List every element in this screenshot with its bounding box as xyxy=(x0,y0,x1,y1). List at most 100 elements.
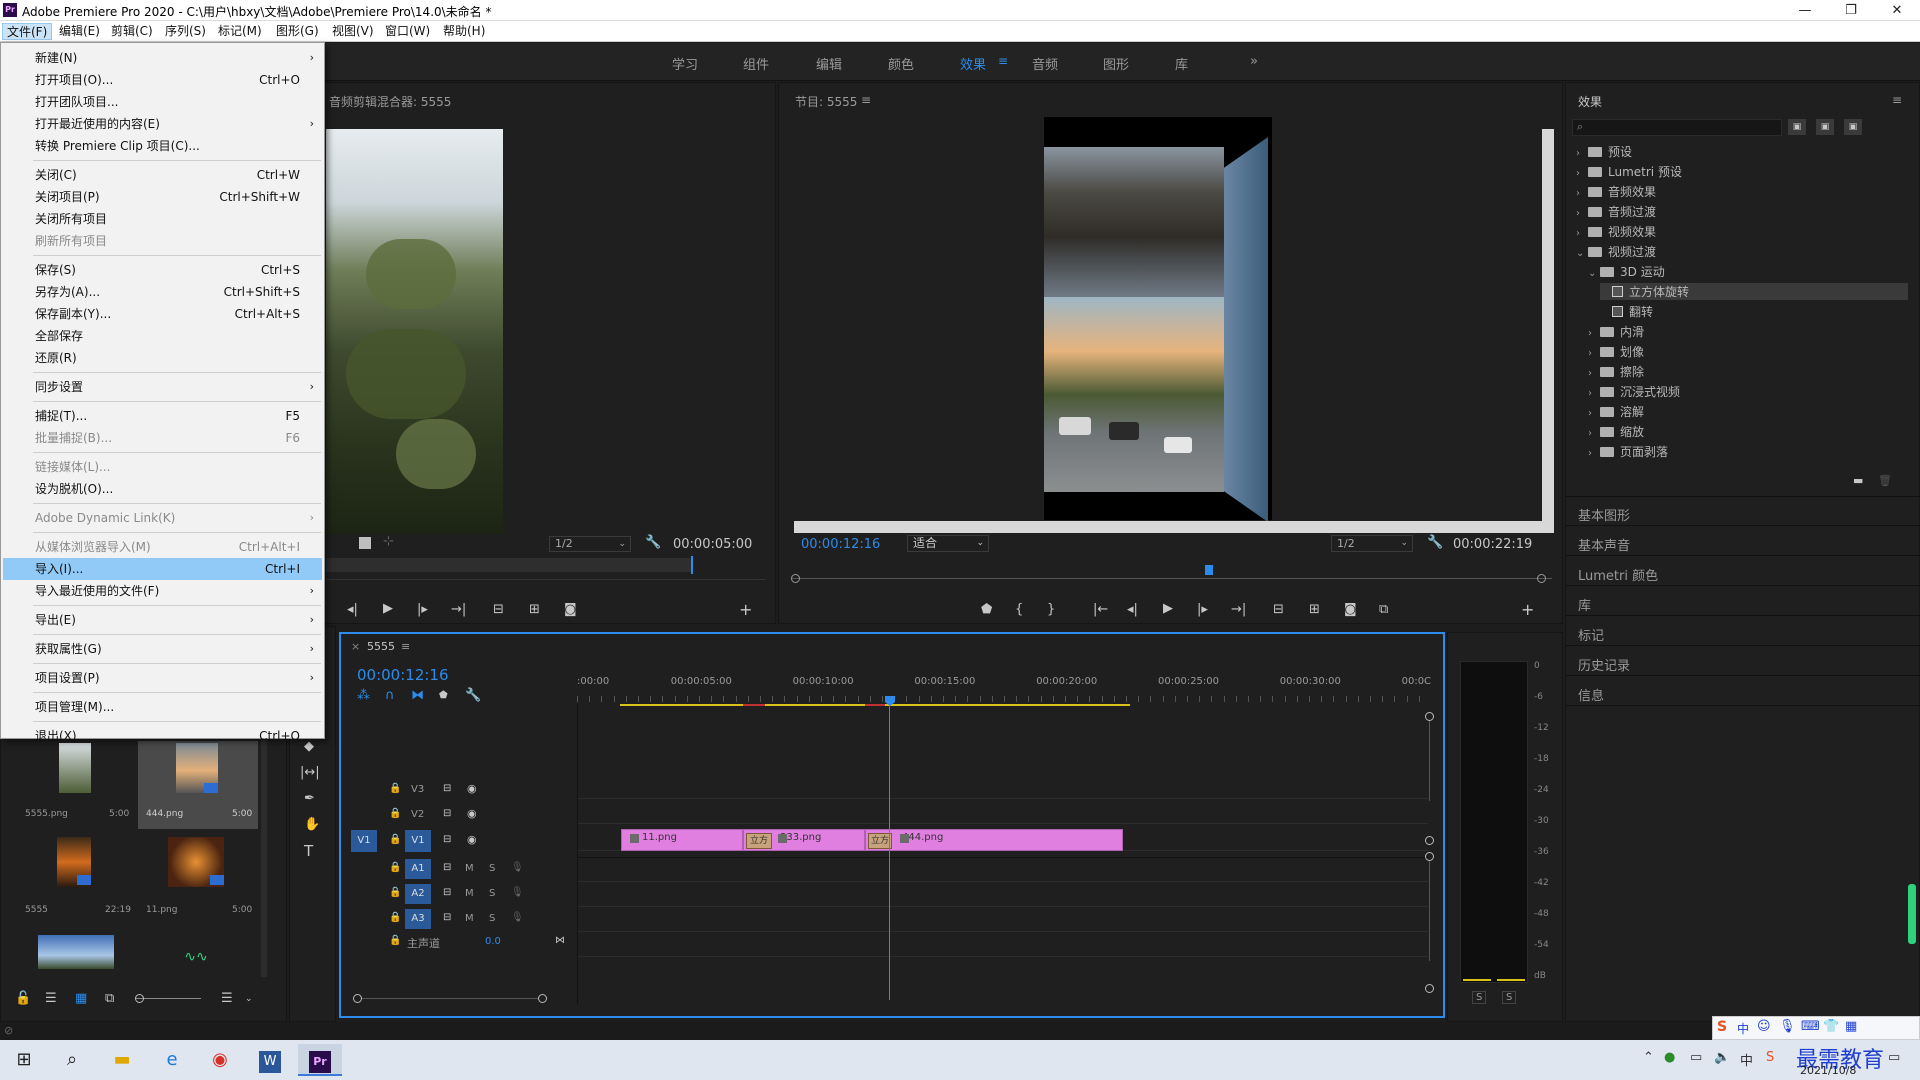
emoji-icon[interactable]: ☺ xyxy=(1757,1019,1771,1034)
time-ruler[interactable]: :00:00 00:00:05:00 00:00:10:00 00:00:15:00 0… xyxy=(577,676,1431,704)
source-panel-title[interactable]: 音频剪辑混合器: 5555 xyxy=(329,93,451,110)
hand-tool-icon[interactable]: ✋ xyxy=(304,817,320,833)
workspace-color[interactable]: 颜色 xyxy=(888,54,914,73)
menu-file[interactable]: 文件(F) xyxy=(2,23,53,40)
effect-folder[interactable]: › 视频效果 xyxy=(1576,223,1656,240)
eye-icon[interactable]: ◉ xyxy=(467,832,477,848)
insert-icon[interactable]: ⊟ xyxy=(493,602,504,618)
minimize-button[interactable]: — xyxy=(1782,0,1828,21)
master-volume-value[interactable]: 0.0 xyxy=(485,936,501,947)
workspace-menu-icon[interactable]: ≡ xyxy=(998,54,1008,68)
workspace-effects[interactable]: 效果 xyxy=(960,54,986,73)
list-view-icon[interactable]: ☰ xyxy=(45,991,57,1007)
file-menu-item[interactable]: 项目管理(M)... xyxy=(3,696,322,718)
file-menu-item[interactable]: 同步设置 › xyxy=(3,376,322,398)
lock-icon[interactable]: 🔒 xyxy=(389,933,401,949)
menu-marker[interactable]: 标记(M) xyxy=(214,23,266,40)
lock-icon[interactable]: 🔒 xyxy=(389,860,401,876)
effect-folder[interactable]: › Lumetri 预设 xyxy=(1576,163,1682,180)
solo-button[interactable]: S xyxy=(489,888,495,899)
effect-folder[interactable]: › 擦除 xyxy=(1588,363,1644,380)
skin-icon[interactable]: 👕 xyxy=(1823,1019,1839,1034)
menu-help[interactable]: 帮助(H) xyxy=(439,23,489,40)
menu-view[interactable]: 视图(V) xyxy=(328,23,378,40)
timeline-clip[interactable]: 444.png xyxy=(865,829,1123,851)
type-tool-icon[interactable]: T xyxy=(304,843,313,859)
effect-folder[interactable]: ⌄ 3D 运动 xyxy=(1588,263,1665,280)
solo-right-button[interactable]: S xyxy=(1502,991,1517,1004)
pen-tool-icon[interactable]: ✒ xyxy=(304,791,315,807)
fit-select[interactable]: 适合 ⌄ xyxy=(907,535,989,552)
file-menu-item[interactable]: 保存(S) Ctrl+S xyxy=(3,259,322,281)
zoom-handle-right[interactable] xyxy=(1537,574,1546,583)
file-menu-item[interactable]: 转换 Premiere Clip 项目(C)... xyxy=(3,135,322,157)
menu-window[interactable]: 窗口(W) xyxy=(381,23,434,40)
collapsed-panel[interactable]: 库 xyxy=(1578,595,1591,614)
effect-folder[interactable]: › 页面剥落 xyxy=(1588,443,1668,460)
sync-lock-icon[interactable]: ⊟ xyxy=(443,832,451,848)
bin-item[interactable]: 11.png 5:00 xyxy=(138,835,258,915)
chrome-browser-icon[interactable]: ◉ xyxy=(198,1044,242,1076)
add-button-icon[interactable]: + xyxy=(739,602,752,618)
eye-icon[interactable]: ◉ xyxy=(467,781,477,797)
source-resolution-select[interactable]: 1/2 ⌄ xyxy=(549,536,631,552)
collapsed-panel[interactable]: Lumetri 颜色 xyxy=(1578,565,1658,584)
chevron-down-icon[interactable]: ⌄ xyxy=(1576,248,1588,259)
collapsed-panel[interactable]: 标记 xyxy=(1578,625,1604,644)
export-frame-icon[interactable]: ◙ xyxy=(1344,602,1357,618)
file-menu-item[interactable]: 获取属性(G) › xyxy=(3,638,322,660)
export-frame-icon[interactable]: ◙ xyxy=(564,602,577,618)
program-resolution-select[interactable]: 1/2 ⌄ xyxy=(1331,535,1413,552)
close-button[interactable]: ✕ xyxy=(1874,0,1920,21)
effect-folder[interactable]: › 沉浸式视频 xyxy=(1588,383,1680,400)
panel-menu-icon[interactable]: ≡ xyxy=(1892,93,1902,107)
maximize-button[interactable]: ❐ xyxy=(1828,0,1874,21)
file-menu-item[interactable]: 还原(R) xyxy=(3,347,322,369)
microphone-icon[interactable]: 🎙 xyxy=(511,885,524,901)
step-forward-icon[interactable]: |▸ xyxy=(417,602,428,618)
mute-button[interactable]: M xyxy=(465,863,474,874)
go-to-end-icon[interactable]: ⋈ xyxy=(555,933,565,949)
timeline-current-time[interactable]: 00:00:12:16 xyxy=(357,666,449,684)
solo-button[interactable]: S xyxy=(489,913,495,924)
file-menu-item[interactable]: 关闭项目(P) Ctrl+Shift+W xyxy=(3,186,322,208)
step-back-icon[interactable]: ◂| xyxy=(347,602,358,618)
lift-icon[interactable]: ⊟ xyxy=(1273,602,1284,618)
track-area[interactable]: 11.png 333.png 444.png 立方 立方 xyxy=(577,704,1428,1004)
vertical-zoom-handle[interactable] xyxy=(1425,712,1434,721)
menu-clip[interactable]: 剪辑(C) xyxy=(107,23,157,40)
chevron-right-icon[interactable]: › xyxy=(1588,328,1600,339)
drag-video-icon[interactable]: ⊹ xyxy=(383,534,394,550)
effect-folder[interactable]: › 内滑 xyxy=(1588,323,1644,340)
chevron-right-icon[interactable]: › xyxy=(1588,448,1600,459)
collapsed-panel[interactable]: 基本图形 xyxy=(1578,505,1630,524)
workspace-assembly[interactable]: 组件 xyxy=(743,54,769,73)
source-scrollbar[interactable] xyxy=(326,579,766,580)
lock-icon[interactable]: 🔒 xyxy=(389,806,401,822)
microphone-icon[interactable]: 🎙 xyxy=(1779,1019,1796,1034)
collapsed-panel[interactable]: 信息 xyxy=(1578,685,1604,704)
track-target-v1[interactable]: V1 xyxy=(405,830,431,852)
chevron-right-icon[interactable]: › xyxy=(1576,188,1588,199)
slip-tool-icon[interactable]: |↔| xyxy=(300,765,320,781)
chevron-right-icon[interactable]: › xyxy=(1588,428,1600,439)
sync-lock-icon[interactable]: ⊟ xyxy=(443,910,451,926)
chevron-down-icon[interactable]: ⌄ xyxy=(245,991,253,1007)
yuv-effects-icon[interactable]: ▣ xyxy=(1844,119,1862,135)
add-marker-icon[interactable]: ⬟ xyxy=(981,602,992,618)
vertical-zoom-handle[interactable] xyxy=(1425,984,1434,993)
file-menu-item[interactable]: 打开最近使用的内容(E) › xyxy=(3,113,322,135)
file-menu-item[interactable]: 导出(E) › xyxy=(3,609,322,631)
bin-item[interactable]: 444.png 5:00 xyxy=(138,741,258,829)
windows-start-icon[interactable]: ⊞ xyxy=(2,1044,46,1076)
file-menu-item[interactable]: 另存为(A)... Ctrl+Shift+S xyxy=(3,281,322,303)
workspace-graphics[interactable]: 图形 xyxy=(1103,54,1129,73)
accelerated-effects-icon[interactable]: ▣ xyxy=(1788,119,1806,135)
lock-icon[interactable]: 🔒 xyxy=(389,832,401,848)
track-target-a2[interactable]: A2 xyxy=(405,884,431,904)
play-icon[interactable]: ▶ xyxy=(383,601,393,617)
step-back-icon[interactable]: ◂| xyxy=(1127,602,1138,618)
effect-folder[interactable]: › 预设 xyxy=(1576,143,1632,160)
volume-icon[interactable]: 🔈 xyxy=(1714,1050,1730,1065)
file-menu-item[interactable]: 导入(I)... Ctrl+I xyxy=(3,558,322,580)
